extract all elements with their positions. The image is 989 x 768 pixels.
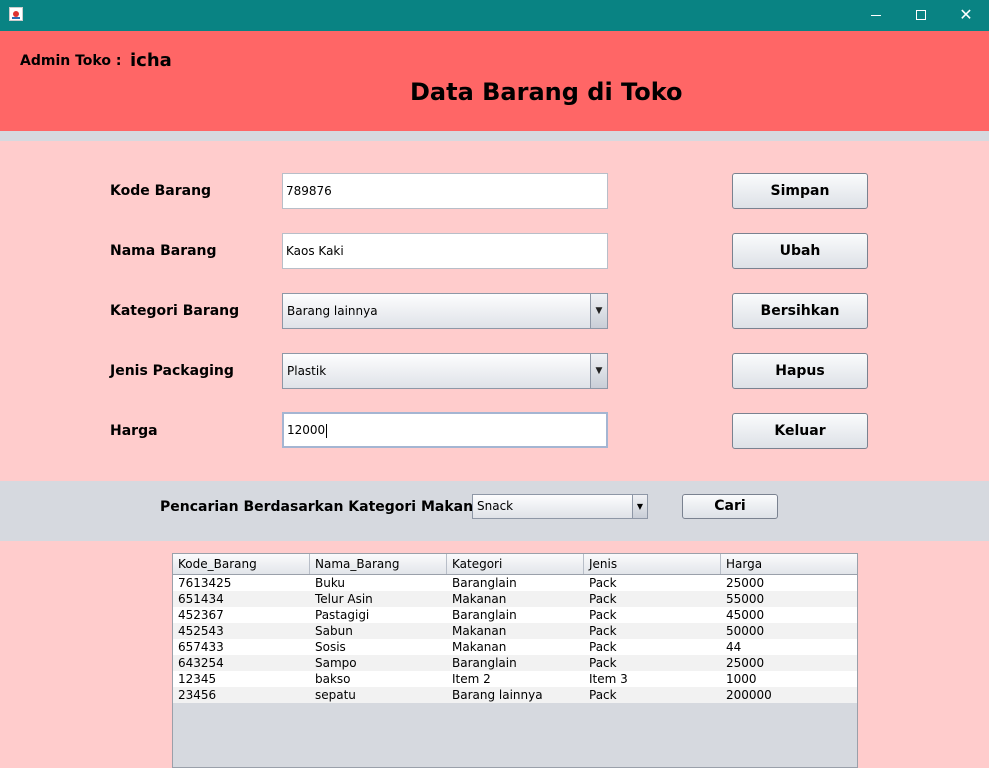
table-cell: 55000 [726, 592, 765, 606]
table-cell: Pastagigi [315, 608, 370, 622]
search-category-select[interactable]: Snack ▼ [472, 494, 648, 519]
column-header[interactable]: Jenis [584, 554, 721, 574]
table-row[interactable]: 12345 bakso Item 2 Item 3 1000 [173, 671, 857, 687]
table-cell: Pack [589, 608, 617, 622]
table-cell: 50000 [726, 624, 765, 638]
bersihkan-button[interactable]: Bersihkan [732, 293, 868, 329]
admin-name: icha [130, 50, 172, 71]
hapus-button[interactable]: Hapus [732, 353, 868, 389]
table-row[interactable]: 651434 Telur Asin Makanan Pack 55000 [173, 591, 857, 607]
page-title: Data Barang di Toko [410, 78, 683, 106]
chevron-down-icon[interactable]: ▼ [590, 354, 607, 388]
chevron-down-icon[interactable]: ▼ [590, 294, 607, 328]
table-cell: 7613425 [178, 576, 232, 590]
table-cell: 1000 [726, 672, 757, 686]
table-cell: 452367 [178, 608, 224, 622]
window-titlebar: ✕ [0, 0, 989, 31]
table-cell: Sosis [315, 640, 346, 654]
ubah-button[interactable]: Ubah [732, 233, 868, 269]
table-cell: Sabun [315, 624, 353, 638]
table-row[interactable]: 23456 sepatu Barang lainnya Pack 200000 [173, 687, 857, 703]
cari-button[interactable]: Cari [682, 494, 778, 519]
minimize-icon [871, 14, 881, 16]
text-caret [326, 423, 328, 438]
search-panel: Pencarian Berdasarkan Kategori Makanan S… [0, 481, 989, 541]
jenis-selected-value: Plastik [287, 364, 327, 378]
search-selected-value: Snack [477, 499, 514, 513]
close-icon: ✕ [959, 5, 973, 24]
table-cell: Pack [589, 656, 617, 670]
kategori-selected-value: Barang lainnya [287, 304, 378, 318]
close-button[interactable]: ✕ [943, 0, 989, 31]
maximize-icon [916, 10, 926, 20]
table-cell: Item 3 [589, 672, 628, 686]
table-cell: 44 [726, 640, 742, 654]
table-cell: Sampo [315, 656, 357, 670]
table-cell: 200000 [726, 688, 772, 702]
table-cell: Pack [589, 592, 617, 606]
header-panel: Admin Toko : icha Data Barang di Toko [0, 31, 989, 131]
table-cell: Pack [589, 624, 617, 638]
minimize-button[interactable] [853, 0, 899, 31]
table-cell: 657433 [178, 640, 224, 654]
kategori-barang-label: Kategori Barang [110, 303, 240, 319]
table-cell: Baranglain [452, 608, 517, 622]
separator-strip [0, 131, 989, 141]
table-cell: sepatu [315, 688, 356, 702]
table-cell: 452543 [178, 624, 224, 638]
table-cell: Pack [589, 688, 617, 702]
table-cell: 12345 [178, 672, 217, 686]
table-cell: 25000 [726, 576, 765, 590]
column-header[interactable]: Kode_Barang [173, 554, 310, 574]
nama-barang-label: Nama Barang [110, 243, 217, 259]
jenis-packaging-select[interactable]: Plastik ▼ [282, 353, 608, 389]
keluar-button[interactable]: Keluar [732, 413, 868, 449]
table-cell: Pack [589, 640, 617, 654]
table-cell: Makanan [452, 592, 507, 606]
java-app-icon[interactable] [9, 7, 23, 21]
table-cell: 23456 [178, 688, 217, 702]
table-cell: Baranglain [452, 656, 517, 670]
table-cell: Item 2 [452, 672, 491, 686]
table-cell: Makanan [452, 624, 507, 638]
column-header[interactable]: Kategori [447, 554, 584, 574]
maximize-button[interactable] [898, 0, 944, 31]
table-cell: Buku [315, 576, 346, 590]
kode-barang-label: Kode Barang [110, 183, 212, 199]
admin-label: Admin Toko : [20, 53, 122, 69]
chevron-down-icon[interactable]: ▼ [632, 495, 647, 518]
harga-label: Harga [110, 423, 158, 439]
table-cell: Barang lainnya [452, 688, 543, 702]
kode-barang-input[interactable]: 789876 [282, 173, 608, 209]
table-cell: Baranglain [452, 576, 517, 590]
table-cell: Pack [589, 576, 617, 590]
table-row[interactable]: 452367 Pastagigi Baranglain Pack 45000 [173, 607, 857, 623]
table-row[interactable]: 643254 Sampo Baranglain Pack 25000 [173, 655, 857, 671]
table-cell: 45000 [726, 608, 765, 622]
table-cell: 25000 [726, 656, 765, 670]
table-cell: Telur Asin [315, 592, 373, 606]
table-cell: Makanan [452, 640, 507, 654]
harga-input[interactable]: 12000 [282, 412, 608, 448]
table-cell: 651434 [178, 592, 224, 606]
kategori-barang-select[interactable]: Barang lainnya ▼ [282, 293, 608, 329]
table-row[interactable]: 452543 Sabun Makanan Pack 50000 [173, 623, 857, 639]
simpan-button[interactable]: Simpan [732, 173, 868, 209]
column-header[interactable]: Harga [721, 554, 857, 574]
jenis-packaging-label: Jenis Packaging [110, 363, 234, 379]
data-table[interactable]: Kode_Barang Nama_Barang Kategori Jenis H… [172, 553, 858, 768]
nama-barang-input[interactable]: Kaos Kaki [282, 233, 608, 269]
harga-value: 12000 [287, 423, 326, 437]
form-panel: Kode Barang 789876 Nama Barang Kaos Kaki… [0, 141, 989, 481]
column-header[interactable]: Nama_Barang [310, 554, 447, 574]
table-cell: bakso [315, 672, 351, 686]
table-row[interactable]: 7613425 Buku Baranglain Pack 25000 [173, 575, 857, 591]
search-label: Pencarian Berdasarkan Kategori Makanan [160, 499, 493, 515]
table-header: Kode_Barang Nama_Barang Kategori Jenis H… [173, 554, 857, 575]
table-cell: 643254 [178, 656, 224, 670]
table-row[interactable]: 657433 Sosis Makanan Pack 44 [173, 639, 857, 655]
